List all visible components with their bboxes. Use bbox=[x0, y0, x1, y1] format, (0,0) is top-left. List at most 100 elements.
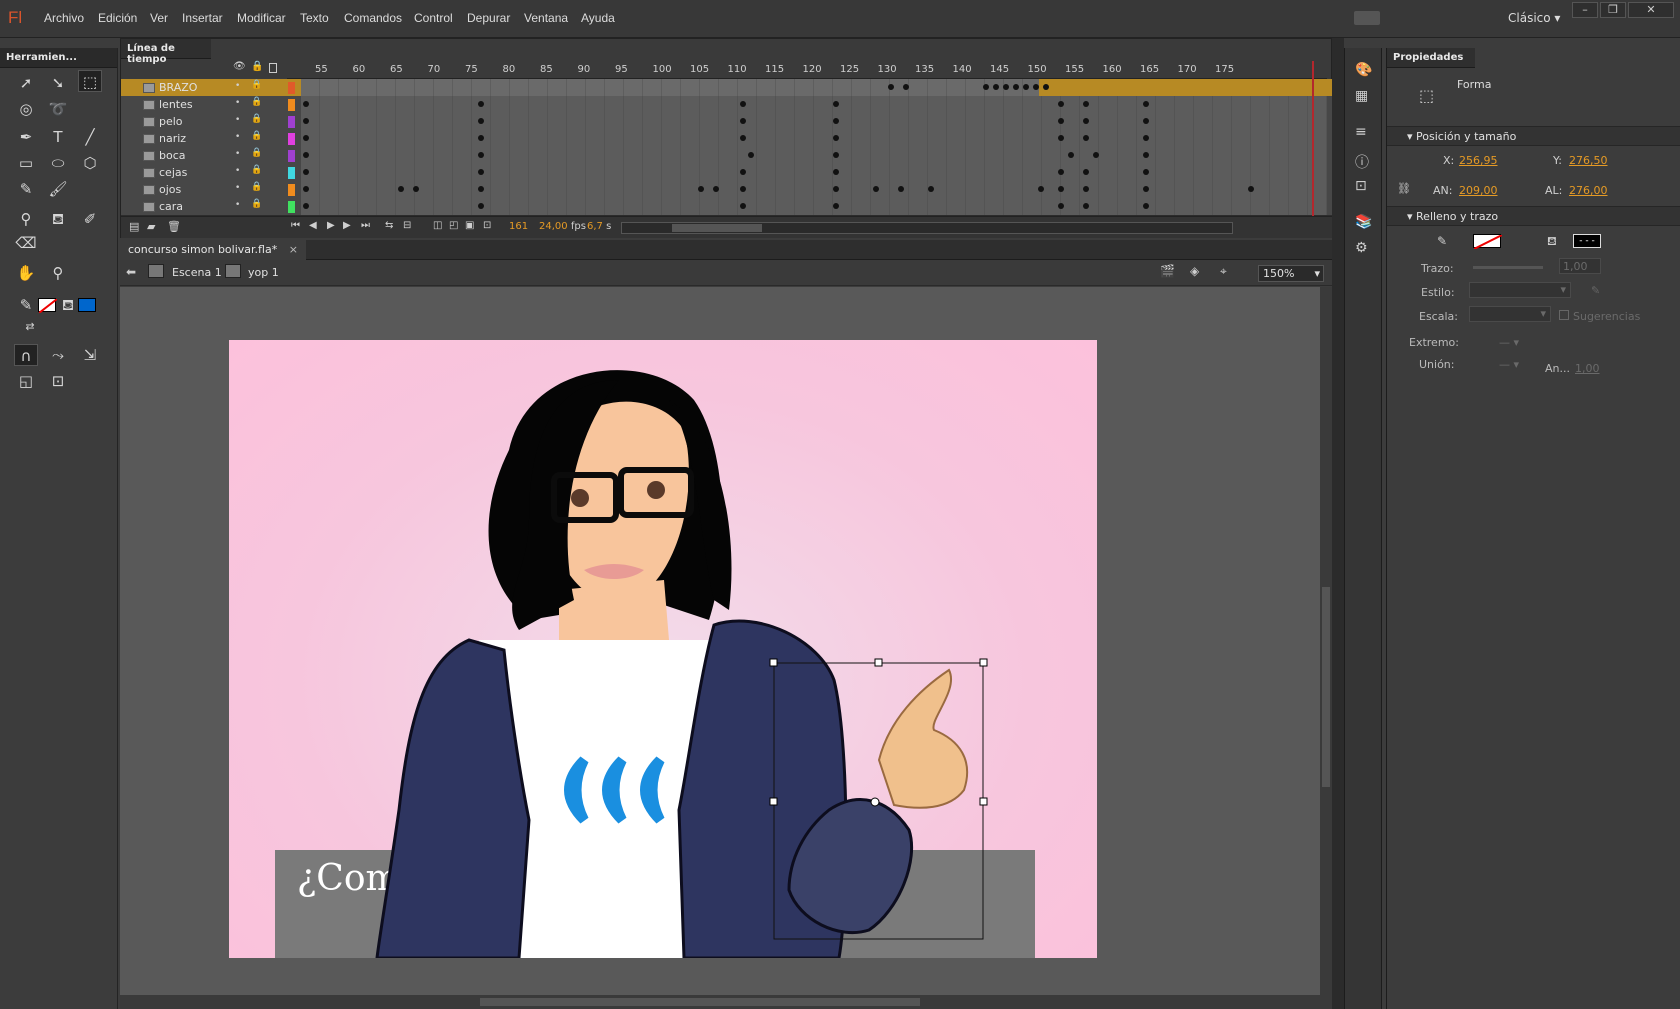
fps-readout[interactable]: 24,00 fps bbox=[539, 221, 586, 232]
layer-outline-color[interactable] bbox=[288, 184, 295, 196]
hand-tool-icon[interactable]: ✋ bbox=[14, 262, 38, 284]
keyframe[interactable] bbox=[1058, 203, 1064, 209]
subselection-tool-icon[interactable]: ➘ bbox=[46, 72, 70, 94]
keyframe[interactable] bbox=[740, 135, 746, 141]
stage-vscroll[interactable] bbox=[1320, 287, 1332, 1009]
line-tool-icon[interactable]: ╱ bbox=[78, 126, 102, 148]
center-stage-icon[interactable]: ⌖ bbox=[1220, 264, 1227, 279]
keyframe[interactable] bbox=[1248, 186, 1254, 192]
keyframe[interactable] bbox=[1083, 101, 1089, 107]
tab-document[interactable]: concurso simon bolivar.fla* × bbox=[120, 240, 306, 260]
layer-outline-color[interactable] bbox=[288, 167, 295, 179]
frame-track[interactable] bbox=[301, 96, 1327, 113]
visibility-toggle[interactable]: • bbox=[235, 132, 240, 142]
style-select[interactable]: ▾ bbox=[1469, 282, 1571, 298]
time-readout[interactable]: 6,7 s bbox=[587, 221, 611, 232]
swatches-icon[interactable]: ▦ bbox=[1355, 88, 1368, 104]
keyframe[interactable] bbox=[833, 169, 839, 175]
symbol-breadcrumb[interactable]: yop 1 bbox=[248, 266, 279, 279]
layer-outline-color[interactable] bbox=[288, 133, 295, 145]
library-icon[interactable]: 📚 bbox=[1355, 214, 1372, 230]
pen-tool-icon[interactable]: ✒ bbox=[14, 126, 38, 148]
selected-frames[interactable] bbox=[1039, 79, 1327, 96]
layer-name[interactable]: ojos bbox=[159, 183, 181, 196]
keyframe[interactable] bbox=[1143, 152, 1149, 158]
width-value[interactable]: 209,00 bbox=[1459, 184, 1498, 197]
transform-icon[interactable]: ⊡ bbox=[1355, 178, 1367, 194]
keyframe[interactable] bbox=[478, 203, 484, 209]
fill-color-icon[interactable]: ⛾ bbox=[56, 294, 80, 316]
onion-markers-icon[interactable]: ⊡ bbox=[483, 220, 491, 231]
color-panel-icon[interactable]: 🎨 bbox=[1355, 62, 1372, 78]
join-select[interactable]: — ▾ bbox=[1499, 358, 1519, 371]
menu-insertar[interactable]: Insertar bbox=[182, 11, 223, 25]
keyframe[interactable] bbox=[833, 152, 839, 158]
layer-row[interactable]: cara • 🔒 bbox=[121, 198, 1333, 216]
keyframe[interactable] bbox=[1083, 135, 1089, 141]
polystar-tool-icon[interactable]: ⬡ bbox=[78, 152, 102, 174]
keyframe[interactable] bbox=[833, 101, 839, 107]
pencil-tool-icon[interactable]: ✎ bbox=[14, 178, 38, 200]
keyframe[interactable] bbox=[1143, 186, 1149, 192]
lock-toggle-icon[interactable]: 🔒 bbox=[251, 114, 262, 124]
visibility-toggle[interactable]: • bbox=[235, 98, 240, 108]
keyframe[interactable] bbox=[478, 152, 484, 158]
swap-colors-icon[interactable]: ⇄ bbox=[18, 316, 42, 338]
keyframe[interactable] bbox=[303, 135, 309, 141]
keyframe[interactable] bbox=[1058, 118, 1064, 124]
keyframe[interactable] bbox=[993, 84, 999, 90]
stroke-color-swatch[interactable] bbox=[38, 298, 58, 314]
keyframe[interactable] bbox=[1068, 152, 1074, 158]
edit-style-icon[interactable]: ✎ bbox=[1591, 284, 1600, 297]
scene-breadcrumb[interactable]: Escena 1 bbox=[172, 266, 222, 279]
keyframe[interactable] bbox=[1058, 186, 1064, 192]
stroke-slider[interactable] bbox=[1473, 266, 1543, 269]
playhead[interactable] bbox=[1312, 61, 1314, 216]
tab-close-icon[interactable]: × bbox=[289, 243, 298, 256]
menu-texto[interactable]: Texto bbox=[300, 11, 329, 25]
keyframe[interactable] bbox=[1093, 152, 1099, 158]
edit-symbols-icon[interactable]: ◈ bbox=[1190, 264, 1199, 278]
keyframe[interactable] bbox=[1043, 84, 1049, 90]
menu-comandos[interactable]: Comandos bbox=[344, 11, 402, 25]
lock-icon[interactable]: 🔒 bbox=[251, 61, 263, 72]
visibility-toggle[interactable]: • bbox=[235, 81, 240, 91]
new-folder-icon[interactable]: ▰ bbox=[147, 220, 155, 233]
rectangle-tool-icon[interactable]: ▭ bbox=[14, 152, 38, 174]
keyframe[interactable] bbox=[1003, 84, 1009, 90]
outline-icon[interactable] bbox=[269, 63, 277, 73]
rotate-skew-icon[interactable]: ◱ bbox=[14, 370, 38, 392]
layer-outline-color[interactable] bbox=[288, 150, 295, 162]
keyframe[interactable] bbox=[303, 186, 309, 192]
info-icon[interactable]: ⓘ bbox=[1355, 152, 1369, 172]
back-arrow-icon[interactable]: ⬅ bbox=[126, 265, 136, 279]
keyframe[interactable] bbox=[1058, 169, 1064, 175]
stroke-color-icon[interactable]: ✎ bbox=[14, 294, 38, 316]
layer-row[interactable]: BRAZO • 🔒 bbox=[121, 79, 1333, 97]
keyframe[interactable] bbox=[1083, 118, 1089, 124]
keyframe[interactable] bbox=[1083, 203, 1089, 209]
lock-toggle-icon[interactable]: 🔒 bbox=[251, 97, 262, 107]
frame-track[interactable] bbox=[301, 113, 1327, 130]
keyframe[interactable] bbox=[1058, 101, 1064, 107]
menu-modificar[interactable]: Modificar bbox=[237, 11, 286, 25]
position-size-section[interactable]: ▾ Posición y tamaño bbox=[1387, 126, 1680, 146]
frame-ruler[interactable]: 55 60 65 70 75 80 85 90 95 100 105 110 115 120 125 130 1… bbox=[287, 61, 1327, 79]
frame-track[interactable] bbox=[301, 181, 1327, 198]
visibility-toggle[interactable]: • bbox=[235, 149, 240, 159]
stage-hscroll[interactable] bbox=[120, 995, 1320, 1009]
timeline-hscroll-thumb[interactable] bbox=[672, 224, 762, 232]
frame-track[interactable] bbox=[301, 198, 1327, 215]
snap-to-objects-icon[interactable]: ∩ bbox=[14, 344, 38, 366]
stroke-swatch[interactable] bbox=[1473, 234, 1503, 250]
keyframe[interactable] bbox=[1143, 135, 1149, 141]
workspace-selector[interactable]: Clásico ▾ bbox=[1508, 11, 1560, 25]
cap-select[interactable]: — ▾ bbox=[1499, 336, 1519, 349]
bone-tool-icon[interactable]: ⚲ bbox=[14, 208, 38, 230]
lock-toggle-icon[interactable]: 🔒 bbox=[251, 182, 262, 192]
keyframe[interactable] bbox=[833, 203, 839, 209]
loop-icon[interactable]: ⇆ bbox=[385, 220, 393, 231]
lock-toggle-icon[interactable]: 🔒 bbox=[251, 80, 262, 90]
stage-canvas[interactable]: ¿Com bbox=[229, 340, 1097, 958]
onion-outline-icon[interactable]: ◰ bbox=[449, 220, 458, 231]
